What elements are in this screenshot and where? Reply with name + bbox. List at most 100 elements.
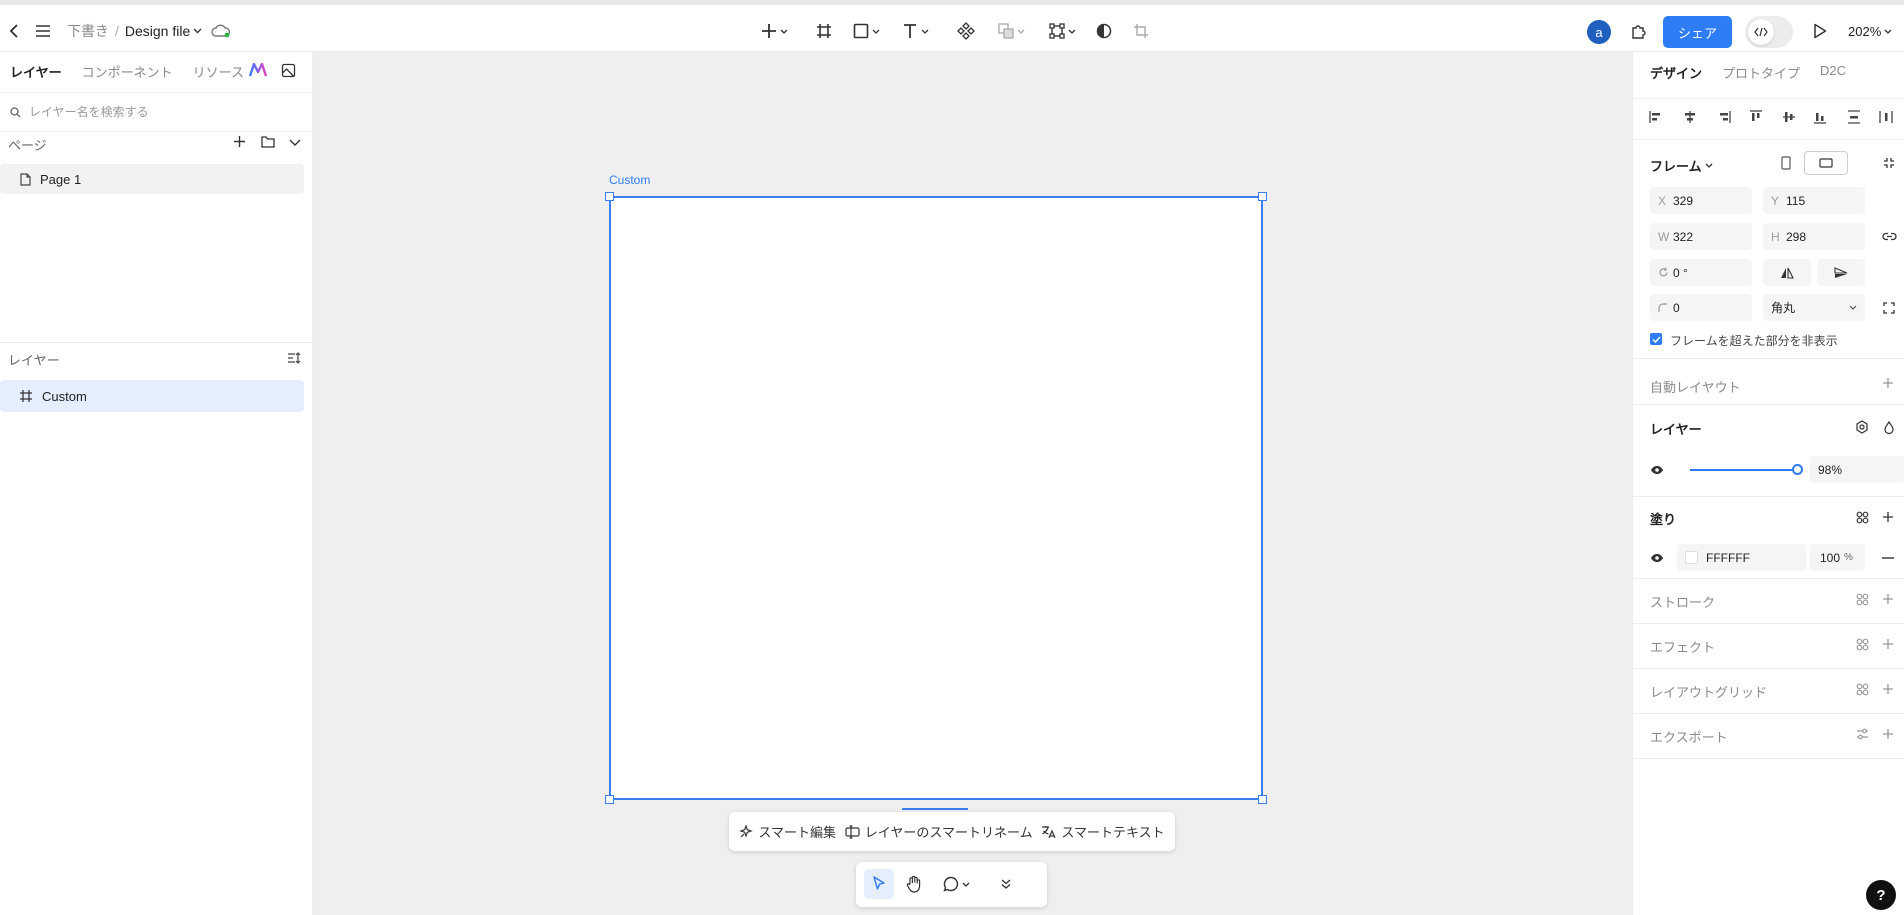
opacity-slider[interactable] [1690, 469, 1798, 471]
mask-tool-button[interactable] [1093, 17, 1115, 45]
layer-sort-icon[interactable] [287, 352, 302, 364]
rectangle-tool-button[interactable] [848, 17, 884, 45]
resize-handle-top-right[interactable] [1258, 192, 1267, 201]
menu-icon[interactable] [33, 17, 53, 45]
tab-prototype[interactable]: プロトタイプ [1722, 63, 1800, 82]
w-field[interactable]: W 322 [1650, 223, 1752, 250]
crop-tool-button[interactable] [1129, 17, 1153, 45]
play-button[interactable] [1810, 17, 1830, 45]
landscape-button[interactable] [1804, 151, 1848, 175]
opacity-slider-knob[interactable] [1792, 464, 1803, 475]
clip-content-checkbox[interactable] [1650, 333, 1662, 345]
independent-corners-icon[interactable] [1882, 301, 1896, 315]
grid-style-icon[interactable] [1855, 682, 1869, 696]
select-tool-button[interactable] [864, 869, 894, 899]
export-settings-icon[interactable] [1855, 727, 1869, 741]
share-button[interactable]: シェア [1663, 16, 1732, 48]
smart-text-button[interactable]: スマートテキスト [1041, 822, 1165, 841]
help-button[interactable]: ? [1866, 880, 1896, 910]
y-field[interactable]: Y 115 [1763, 187, 1865, 214]
page-item[interactable]: Page 1 [0, 164, 304, 194]
y-value: 115 [1786, 193, 1806, 208]
boolean-tool-button[interactable] [993, 17, 1029, 45]
portrait-button[interactable] [1772, 151, 1800, 175]
add-layout-grid-icon[interactable] [1881, 682, 1895, 696]
tab-layers[interactable]: レイヤー [10, 62, 62, 81]
plugin-button[interactable] [1628, 17, 1650, 45]
more-tools-button[interactable] [991, 869, 1021, 899]
remove-fill-icon[interactable] [1881, 551, 1895, 565]
search-input[interactable] [29, 105, 289, 119]
add-tool-button[interactable] [756, 17, 792, 45]
align-middle-v-icon[interactable] [1782, 110, 1796, 124]
tab-components[interactable]: コンポーネント [82, 62, 173, 81]
breadcrumb-folder[interactable]: 下書き [67, 21, 109, 41]
assets-icon[interactable] [281, 63, 296, 78]
constrain-proportions-icon[interactable] [1881, 229, 1897, 243]
avatar[interactable]: a [1587, 20, 1611, 44]
smart-rename-button[interactable]: レイヤーのスマートリネーム [845, 822, 1033, 841]
eye-icon[interactable] [1650, 464, 1664, 476]
text-tool-button[interactable] [897, 17, 933, 45]
file-name-dropdown[interactable]: Design file [125, 23, 202, 39]
frame-label[interactable]: Custom [609, 173, 650, 187]
zoom-level: 202% [1848, 23, 1882, 39]
style-icon[interactable] [1855, 510, 1869, 524]
add-fill-icon[interactable] [1881, 510, 1895, 524]
opacity-drop-icon[interactable] [1883, 420, 1895, 434]
add-auto-layout-icon[interactable] [1881, 376, 1895, 390]
ai-logo-icon[interactable] [249, 63, 267, 77]
x-value: 329 [1673, 193, 1694, 208]
align-right-icon[interactable] [1717, 110, 1731, 124]
align-bottom-icon[interactable] [1813, 110, 1827, 124]
resize-handle-bottom-left[interactable] [605, 795, 614, 804]
layer-item[interactable]: Custom [0, 380, 304, 412]
vector-tool-button[interactable] [1044, 17, 1080, 45]
smart-edit-button[interactable]: スマート編集 [739, 822, 836, 841]
add-stroke-icon[interactable] [1881, 592, 1895, 606]
distribute-horizontal-icon[interactable] [1879, 110, 1893, 124]
h-field[interactable]: H 298 [1763, 223, 1865, 250]
divider [1633, 713, 1904, 714]
align-left-icon[interactable] [1649, 110, 1663, 124]
chevron-down-icon [1884, 29, 1892, 34]
tab-resources[interactable]: リソース [193, 62, 244, 81]
fill-color-field[interactable]: FFFFFF [1677, 544, 1806, 571]
align-top-icon[interactable] [1749, 110, 1763, 124]
opacity-field[interactable]: 98% [1810, 456, 1904, 483]
add-page-icon[interactable] [233, 135, 246, 148]
selected-frame[interactable] [609, 196, 1263, 800]
x-field[interactable]: X 329 [1650, 187, 1752, 214]
dev-mode-toggle[interactable] [1745, 16, 1793, 48]
tab-design[interactable]: デザイン [1650, 63, 1702, 82]
chevron-down-icon[interactable] [289, 139, 301, 146]
resize-handle-bottom-right[interactable] [1258, 795, 1267, 804]
fill-visibility-icon[interactable] [1650, 552, 1664, 564]
tab-d2c[interactable]: D2C [1820, 63, 1846, 82]
corner-radius-field[interactable]: 0 [1650, 294, 1752, 321]
folder-icon[interactable] [261, 135, 275, 148]
add-effect-icon[interactable] [1881, 637, 1895, 651]
fill-swatch[interactable] [1685, 551, 1698, 564]
component-tool-button[interactable] [954, 17, 978, 45]
hand-tool-button[interactable] [899, 869, 929, 899]
resize-handle-top-left[interactable] [605, 192, 614, 201]
fit-content-icon[interactable] [1882, 156, 1896, 170]
add-export-icon[interactable] [1881, 727, 1895, 741]
align-center-h-icon[interactable] [1683, 110, 1697, 124]
file-name: Design file [124, 23, 191, 39]
fill-opacity-field[interactable]: 100 % [1810, 544, 1865, 571]
corner-type-select[interactable]: 角丸 [1763, 294, 1865, 321]
flip-vertical-button[interactable] [1817, 259, 1865, 286]
flip-horizontal-button[interactable] [1763, 259, 1811, 286]
frame-tool-button[interactable] [812, 17, 836, 45]
effect-style-icon[interactable] [1855, 637, 1869, 651]
frame-type-dropdown[interactable]: フレーム [1650, 156, 1713, 175]
back-icon[interactable] [4, 17, 24, 45]
zoom-dropdown[interactable]: 202% [1848, 19, 1892, 43]
rotation-field[interactable]: 0 ° [1650, 259, 1752, 286]
distribute-vertical-icon[interactable] [1847, 110, 1861, 124]
blend-mode-icon[interactable] [1855, 420, 1869, 434]
stroke-style-icon[interactable] [1855, 592, 1869, 606]
comment-tool-button[interactable] [934, 869, 978, 899]
